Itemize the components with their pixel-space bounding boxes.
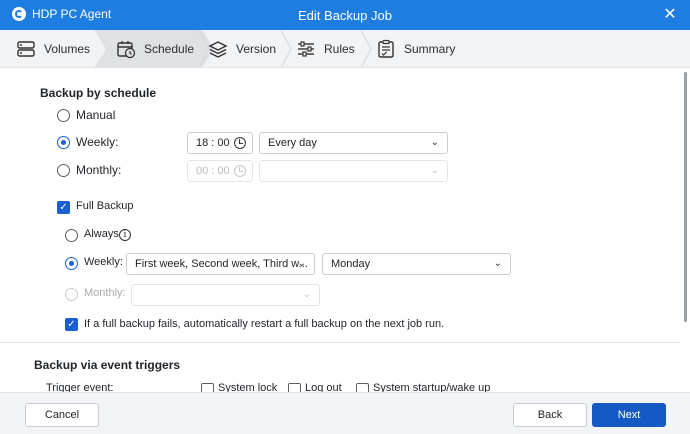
step-label: Summary (404, 42, 456, 56)
chevron-down-icon: ⌄ (297, 258, 306, 269)
sliders-icon (298, 41, 314, 57)
step-label: Version (236, 42, 277, 56)
clipboard-icon (378, 39, 394, 58)
log-out-checkbox[interactable] (288, 383, 301, 392)
manual-label: Manual (76, 108, 116, 122)
scrollbar[interactable] (684, 72, 688, 352)
chevron-down-icon: ⌄ (430, 165, 439, 176)
step-label: Volumes (44, 42, 91, 56)
full-weekly-day-value: Monday (331, 258, 371, 270)
step-summary[interactable]: Summary (376, 30, 455, 68)
full-backup-label: Full Backup (76, 200, 134, 212)
volumes-icon (17, 41, 35, 57)
monthly-radio[interactable] (57, 164, 70, 177)
restart-full-backup-label: If a full backup fails, automatically re… (84, 318, 445, 330)
full-weekly-radio[interactable] (65, 257, 78, 270)
chevron-down-icon: ⌄ (302, 289, 311, 300)
step-schedule[interactable]: Schedule (94, 30, 214, 68)
section-heading-schedule: Backup by schedule (40, 86, 157, 100)
window-title: Edit Backup Job (298, 8, 392, 23)
weekly-frequency-select[interactable]: Every day ⌄ (259, 132, 448, 154)
footer-bar: Cancel Back Next (0, 392, 690, 434)
manual-radio[interactable] (57, 109, 70, 122)
chevron-down-icon: ⌄ (430, 137, 439, 148)
full-monthly-select[interactable]: ⌄ (131, 284, 320, 306)
full-weekly-label: Weekly: (84, 256, 123, 268)
monthly-frequency-select[interactable]: ⌄ (259, 160, 448, 182)
step-label: Rules (324, 42, 355, 56)
step-separator-icon (280, 30, 292, 68)
weekly-radio[interactable] (57, 136, 70, 149)
step-label: Schedule (144, 42, 195, 56)
full-backup-checkbox[interactable]: ✓ (57, 201, 70, 214)
layers-icon (208, 41, 228, 58)
full-weekly-weeks-value: First week, Second week, Third w... (135, 258, 308, 270)
step-version[interactable]: Version (208, 30, 276, 68)
step-separator-icon (360, 30, 372, 68)
weekly-frequency-value: Every day (268, 137, 317, 149)
monthly-time-value: 00 : 00 (196, 165, 230, 177)
full-monthly-label: Monthly: (84, 287, 126, 299)
trigger-event-label: Trigger event: (46, 382, 114, 392)
section-heading-events: Backup via event triggers (34, 358, 181, 372)
cancel-button[interactable]: Cancel (25, 403, 99, 427)
weekly-label: Weekly: (76, 135, 119, 149)
scrollbar-thumb[interactable] (684, 72, 687, 322)
info-icon[interactable]: i (119, 229, 131, 241)
full-weekly-weeks-select[interactable]: First week, Second week, Third w... ⌄ (126, 253, 315, 275)
system-startup-checkbox[interactable] (356, 383, 369, 392)
step-volumes[interactable]: Volumes (16, 30, 90, 68)
full-weekly-day-select[interactable]: Monday ⌄ (322, 253, 511, 275)
system-lock-checkbox[interactable] (201, 383, 214, 392)
monthly-time-input[interactable]: 00 : 00 (187, 160, 253, 182)
weekly-time-input[interactable]: 18 : 00 (187, 132, 253, 154)
clock-icon (234, 165, 246, 177)
back-button[interactable]: Back (513, 403, 587, 427)
next-button[interactable]: Next (592, 403, 666, 427)
full-monthly-radio[interactable] (65, 288, 78, 301)
calendar-clock-icon (116, 39, 136, 59)
title-bar: HDP PC Agent Edit Backup Job ✕ (0, 0, 690, 30)
step-rules[interactable]: Rules (296, 30, 355, 68)
close-icon[interactable]: ✕ (660, 5, 680, 25)
wizard-steps: Volumes Schedule Version Rules Summary (0, 30, 690, 68)
section-divider (0, 342, 680, 343)
system-startup-label: System startup/wake up (373, 382, 491, 392)
weekly-time-value: 18 : 00 (196, 137, 230, 149)
system-lock-label: System lock (218, 382, 278, 392)
schedule-panel: Backup by schedule Manual Weekly: 18 : 0… (0, 68, 680, 392)
full-always-label: Always (84, 228, 119, 240)
full-always-radio[interactable] (65, 229, 78, 242)
log-out-label: Log out (305, 382, 342, 392)
restart-full-backup-checkbox[interactable]: ✓ (65, 318, 78, 331)
clock-icon (234, 137, 246, 149)
chevron-down-icon: ⌄ (493, 258, 502, 269)
monthly-label: Monthly: (76, 163, 122, 177)
